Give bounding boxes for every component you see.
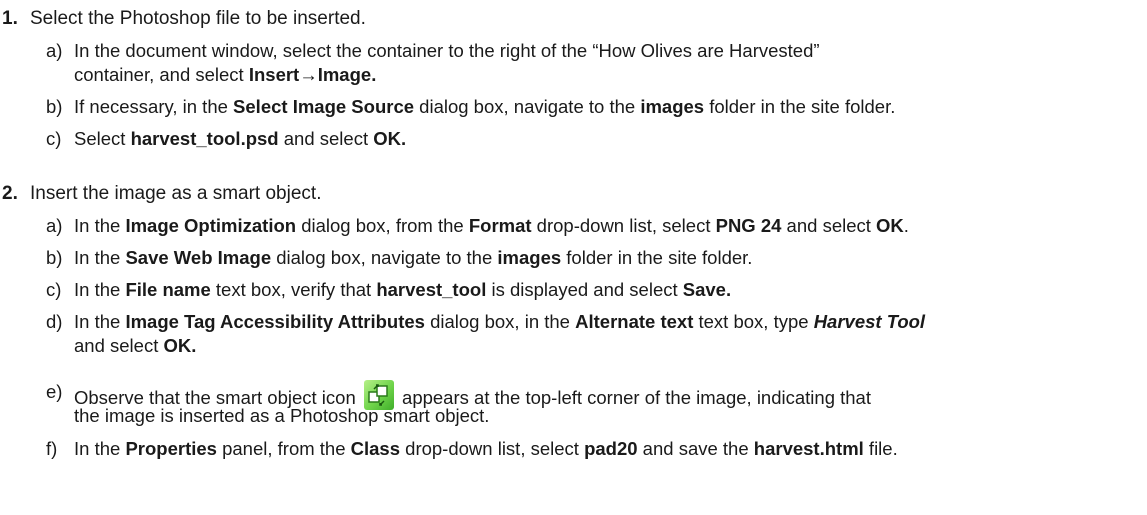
- substep-letter: b): [46, 96, 63, 117]
- step-number: 2.: [2, 183, 18, 204]
- substep-text: In the File name text box, verify that h…: [74, 279, 732, 300]
- instruction-document: 1. Select the Photoshop file to be inser…: [0, 0, 1147, 515]
- step-number: 1.: [2, 8, 18, 29]
- substep-text: If necessary, in the Select Image Source…: [74, 96, 896, 117]
- substep-letter: c): [46, 279, 62, 300]
- substep-letter: e): [46, 381, 63, 402]
- substep-text: Select harvest_tool.psd and select OK.: [74, 128, 407, 149]
- substep-1a-continued: container, and select Insert→Image.: [74, 64, 377, 85]
- substep-letter: c): [46, 128, 62, 149]
- substep-text: In the Image Tag Accessibility Attribute…: [74, 311, 926, 332]
- substep-text: In the document window, select the conta…: [74, 40, 820, 61]
- substep-text: In the Save Web Image dialog box, naviga…: [74, 247, 753, 268]
- substep-text: In the Properties panel, from the Class …: [74, 438, 898, 459]
- substep-letter: a): [46, 215, 63, 236]
- substep-letter: d): [46, 311, 63, 332]
- substep-letter: a): [46, 40, 63, 61]
- substep-letter: b): [46, 247, 63, 268]
- substep-2d-continued: and select OK.: [74, 335, 197, 356]
- step-text: Select the Photoshop file to be inserted…: [30, 8, 366, 29]
- substep-text: In the Image Optimization dialog box, fr…: [74, 215, 909, 236]
- substep-2e-continued: the image is inserted as a Photoshop sma…: [74, 405, 490, 426]
- step-text: Insert the image as a smart object.: [30, 183, 322, 204]
- substep-letter: f): [46, 438, 58, 459]
